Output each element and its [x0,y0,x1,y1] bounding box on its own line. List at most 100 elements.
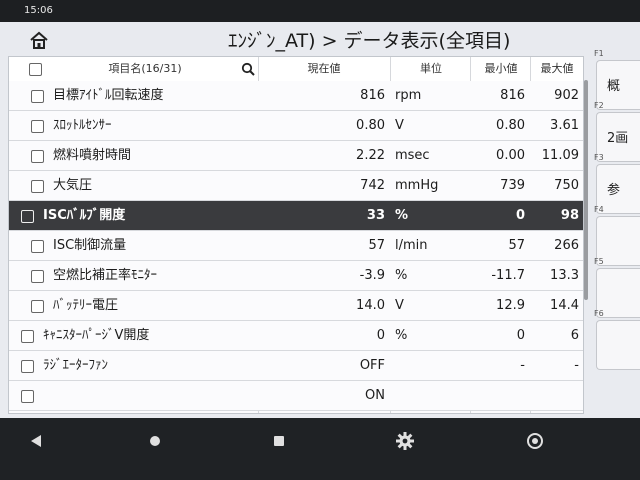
row-unit: % [395,328,408,343]
table-row[interactable]: ON [9,381,583,411]
row-min-value: 0.00 [496,148,525,163]
row-min-value: 0 [515,208,525,223]
table-row[interactable]: ｷｬﾆｽﾀｰﾊﾟｰｼﾞV開度 0% 0 6 [9,321,583,351]
back-icon[interactable] [22,426,52,456]
function-key-label: F2 [594,101,604,110]
row-unit: V [395,118,404,133]
row-current-value: 816 [360,88,385,103]
row-current-value: 742 [360,178,385,193]
row-max-value: 3.61 [550,118,579,133]
row-min-value: 57 [508,238,525,253]
function-key-text: 概 [607,79,621,94]
row-unit: rpm [395,88,422,103]
row-name: ｽﾛｯﾄﾙｾﾝｻｰ [53,118,112,133]
header-min: 最小値 [484,62,518,75]
row-max-value: 266 [554,238,579,253]
circle-home-icon[interactable] [140,426,170,456]
row-name: ｷｬﾆｽﾀｰﾊﾟｰｼﾞV開度 [43,328,150,343]
header-name: 項目名(16/31) [108,62,182,75]
table-row[interactable]: ISCﾊﾞﾙﾌﾞ開度 33% 0 98 [9,201,583,231]
app-screen: 15:06 ｴﾝｼﾞﾝ_AT) > データ表示(全項目) 項目名(16/31) … [0,0,640,418]
header-unit: 単位 [420,62,442,75]
page-title: ｴﾝｼﾞﾝ_AT) > データ表示(全項目) [228,30,511,52]
row-name: 空燃比補正率ﾓﾆﾀｰ [53,268,158,283]
row-max-value: 13.3 [550,268,579,283]
function-key-label: F3 [594,153,604,162]
function-key-panel: F1 概 F2 2画 F3 参 F4 F5 F6 [590,48,640,414]
row-unit: V [395,298,404,313]
android-nav-bar [0,418,640,480]
square-recents-icon[interactable] [264,426,294,456]
function-key-6[interactable]: F6 [594,309,640,370]
header-max: 最大値 [540,62,574,75]
status-time: 15:06 [24,5,53,16]
row-unit [395,381,469,410]
row-current-value: 0 [376,328,385,343]
row-max-value: 6 [570,328,579,343]
row-unit: % [395,268,408,283]
row-min-value: 816 [500,88,525,103]
row-current-value: 2.22 [356,148,385,163]
row-current-value: -3.9 [359,268,385,283]
table-header: 項目名(16/31) 現在値 単位 最小値 最大値 [9,57,583,82]
function-key-text: 2画 [607,131,629,146]
table-scrollbar[interactable] [584,80,588,300]
row-max-value: 902 [554,88,579,103]
row-max-value: 98 [560,208,579,223]
chrome-icon[interactable] [520,426,550,456]
table-row[interactable]: 目標ｱｲﾄﾞﾙ回転速度 816 rpm 816 902 [9,81,583,111]
row-checkbox[interactable] [21,390,34,403]
row-max-value: 750 [554,178,579,193]
row-current-value: 57 [368,238,385,253]
row-checkbox[interactable] [31,150,44,163]
row-name: 燃料噴射時間 [53,148,132,163]
table-row[interactable]: 空燃比補正率ﾓﾆﾀｰ -3.9% -11.7 13.3 [9,261,583,291]
row-unit: % [395,208,409,223]
row-name [43,381,253,410]
function-key-label: F4 [594,205,604,214]
row-checkbox[interactable] [21,330,34,343]
row-min-value: - [520,358,525,373]
table-row[interactable]: ISC制御流量 57 l/min 57 266 [9,231,583,261]
row-checkbox[interactable] [21,360,34,373]
row-min-value: 12.9 [496,298,525,313]
row-name: 目標ｱｲﾄﾞﾙ回転速度 [53,88,164,103]
row-max-value: 11.09 [541,148,579,163]
row-min-value: 739 [500,178,525,193]
row-checkbox[interactable] [31,90,44,103]
row-checkbox[interactable] [31,300,44,313]
row-name: ISCﾊﾞﾙﾌﾞ開度 [43,208,126,223]
row-name: ISC制御流量 [53,238,127,253]
home-button[interactable] [28,30,50,50]
row-unit: l/min [395,238,428,253]
row-checkbox[interactable] [31,120,44,133]
row-checkbox[interactable] [31,180,44,193]
row-unit: msec [395,148,430,163]
row-current-value: OFF [359,358,385,373]
search-icon[interactable] [241,62,255,76]
row-current-value: 33 [366,208,385,223]
app-header: ｴﾝｼﾞﾝ_AT) > データ表示(全項目) [0,22,640,60]
table-row[interactable]: ﾗｼﾞｴｰﾀｰﾌｧﾝ OFF - - [9,351,583,381]
function-key-label: F6 [594,309,604,318]
row-max-value: - [574,358,579,373]
table-row[interactable]: ｽﾛｯﾄﾙｾﾝｻｰ 0.80 V 0.80 3.61 [9,111,583,141]
row-unit: mmHg [395,178,439,193]
home-icon [30,31,48,49]
row-checkbox[interactable] [21,210,34,223]
row-checkbox[interactable] [31,240,44,253]
row-checkbox[interactable] [31,270,44,283]
table-row[interactable]: 燃料噴射時間 2.22 msec 0.00 11.09 [9,141,583,171]
row-max-value [531,381,579,410]
row-current-value: 0.80 [356,118,385,133]
row-max-value: 14.4 [550,298,579,313]
gear-icon[interactable] [390,426,420,456]
table-row[interactable]: ﾊﾞｯﾃﾘｰ電圧 14.0 V 12.9 14.4 [9,291,583,321]
row-min-value: 0 [516,328,525,343]
row-name: ﾗｼﾞｴｰﾀｰﾌｧﾝ [43,358,108,373]
function-key-label: F1 [594,49,604,58]
row-min-value: -11.7 [491,268,525,283]
row-min-value [471,381,525,410]
table-row[interactable]: 大気圧 742 mmHg 739 750 [9,171,583,201]
function-key-text: 参 [607,183,621,198]
